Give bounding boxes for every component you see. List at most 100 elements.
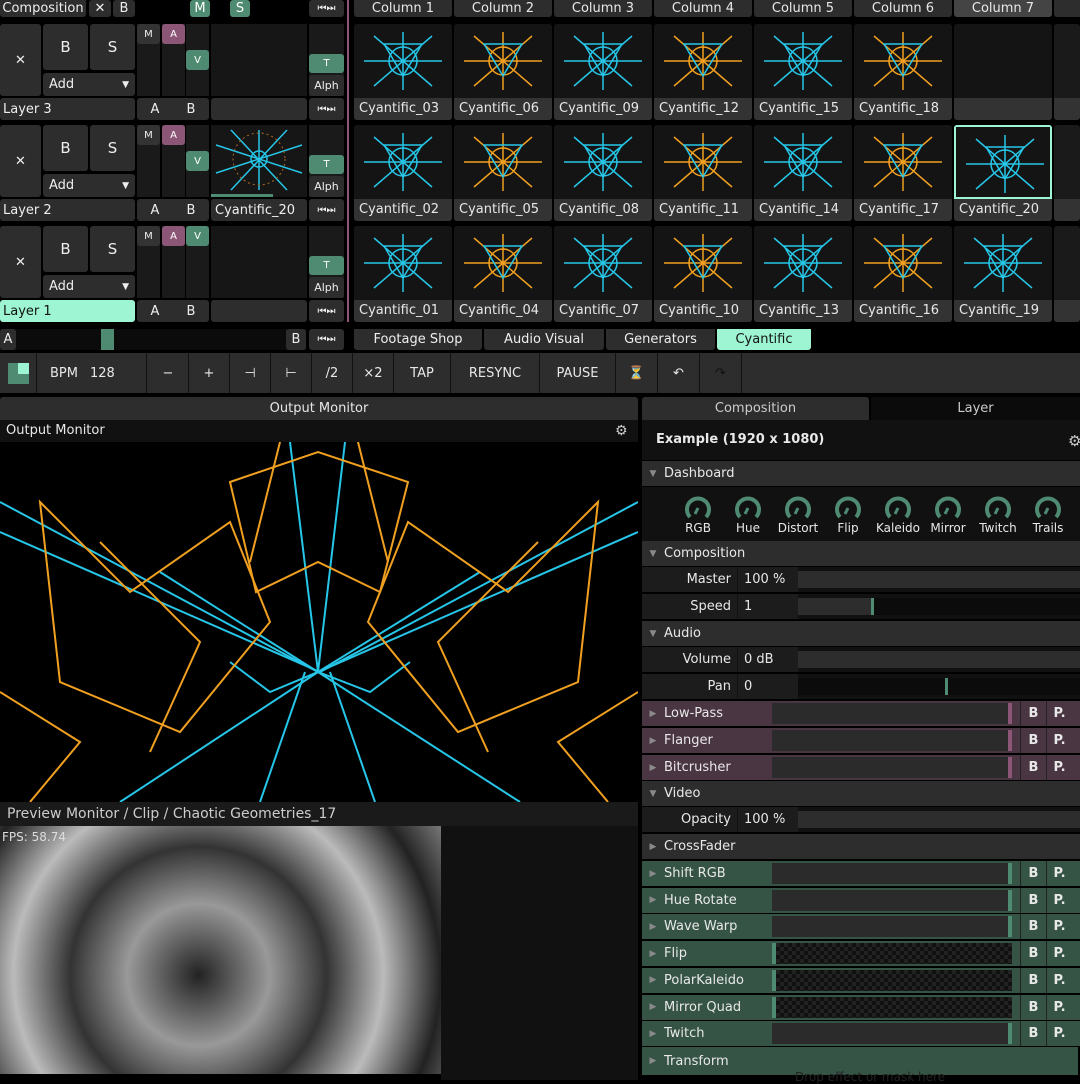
param-value[interactable]: 0 dB <box>738 647 798 672</box>
audio-effect[interactable]: ▶ Bitcrusher B P. <box>642 755 1080 780</box>
layer-clear-button[interactable]: ✕ <box>0 226 41 298</box>
nudge-forward-button[interactable]: ⊢ <box>271 353 312 393</box>
fx-slider[interactable] <box>772 996 1012 1018</box>
crossfader-a[interactable]: A <box>0 329 16 350</box>
video-effect[interactable]: ▶ Shift RGB B P. <box>642 861 1080 886</box>
column-header[interactable]: Column 2 <box>454 0 552 17</box>
fx-preset-button[interactable]: P. <box>1046 887 1072 913</box>
tab-layer[interactable]: Layer <box>871 397 1080 420</box>
clip-slot[interactable]: Cyantific_17 <box>854 125 952 221</box>
layer-prev-next-button[interactable]: ⏮⏭ <box>309 199 344 221</box>
composition-mute-button[interactable]: M <box>190 0 210 17</box>
fx-preset-button[interactable]: P. <box>1046 967 1072 993</box>
clip-slot[interactable]: Cyantific_10 <box>654 226 752 322</box>
fx-bypass-button[interactable]: B <box>1020 701 1046 726</box>
dashboard-knob[interactable]: Kaleido <box>873 493 923 535</box>
tab-composition[interactable]: Composition <box>642 397 869 420</box>
layer-audio-button[interactable]: A <box>162 24 185 44</box>
ab-b[interactable]: B <box>187 102 196 117</box>
layer-audio-button[interactable]: A <box>162 226 185 246</box>
dashboard-knob[interactable]: Distort <box>773 493 823 535</box>
layer-bypass-button[interactable]: B <box>43 226 88 272</box>
clip-slot[interactable]: Cyantific_18 <box>854 24 952 120</box>
ab-a[interactable]: A <box>151 102 160 117</box>
layer-mute-button[interactable]: M <box>137 226 160 246</box>
clip-slot[interactable]: Cyantific_19 <box>954 226 1052 322</box>
fx-bypass-button[interactable]: B <box>1020 994 1046 1020</box>
ab-a[interactable]: A <box>151 203 160 218</box>
crossfader[interactable]: A B <box>0 329 306 350</box>
output-monitor-tab[interactable]: Output Monitor <box>0 397 638 420</box>
param-slider[interactable] <box>798 678 1080 695</box>
column-header[interactable]: C <box>1054 0 1080 17</box>
fx-bypass-button[interactable]: B <box>1020 914 1046 940</box>
video-effect[interactable]: ▶ Hue Rotate B P. <box>642 887 1080 913</box>
layer-ab-selector[interactable]: AB <box>137 98 209 120</box>
clip-slot[interactable]: Cyantific_15 <box>754 24 852 120</box>
layer-transition-button[interactable]: T <box>309 54 344 73</box>
fx-bypass-button[interactable]: B <box>1020 887 1046 913</box>
layer-video-button[interactable]: V <box>186 151 209 171</box>
column-header[interactable]: Column 6 <box>854 0 952 17</box>
layer-mute-button[interactable]: M <box>137 24 160 44</box>
dashboard-knob[interactable]: Trails <box>1023 493 1073 535</box>
tap-button[interactable]: TAP <box>394 353 451 393</box>
fx-slider[interactable] <box>772 863 1012 884</box>
column-header[interactable]: Column 5 <box>754 0 852 17</box>
fx-slider[interactable] <box>772 889 1012 911</box>
gear-icon[interactable]: ⚙ <box>1068 432 1080 450</box>
fx-preset-button[interactable]: P. <box>1046 861 1072 886</box>
layer-transition-button[interactable]: T <box>309 155 344 174</box>
crossfader-handle[interactable] <box>100 329 114 350</box>
layer-add-dropdown[interactable]: Add ▼ <box>43 275 135 298</box>
layer-alpha-button[interactable]: Alph <box>309 277 344 298</box>
dashboard-knob[interactable]: Mirror <box>923 493 973 535</box>
fx-slider[interactable] <box>772 730 1012 751</box>
fx-preset-button[interactable]: P. <box>1046 941 1072 967</box>
param-slider[interactable] <box>798 571 1080 588</box>
video-effect[interactable]: ▶ Wave Warp B P. <box>642 914 1080 940</box>
param-slider[interactable] <box>798 811 1080 828</box>
fx-bypass-button[interactable]: B <box>1020 861 1046 886</box>
fx-preset-button[interactable]: P. <box>1046 994 1072 1020</box>
clip-slot[interactable]: Cyantific_07 <box>554 226 652 322</box>
fx-bypass-button[interactable]: B <box>1020 1021 1046 1047</box>
layer-add-dropdown[interactable]: Add ▼ <box>43 174 135 197</box>
layer-name[interactable]: Layer 1 <box>0 300 135 322</box>
video-effect[interactable]: ▶ PolarKaleido B P. <box>642 967 1080 993</box>
fx-slider[interactable] <box>772 943 1012 965</box>
deck-tab[interactable]: Audio Visual <box>484 329 604 350</box>
section-audio[interactable]: ▼ Audio <box>642 621 1080 646</box>
clip-slot[interactable]: Cyantific_20 <box>954 125 1052 221</box>
clip-slot[interactable] <box>1054 226 1080 322</box>
dashboard-knob[interactable]: RGB <box>673 493 723 535</box>
fx-preset-button[interactable]: P. <box>1046 755 1072 780</box>
fx-bypass-button[interactable]: B <box>1020 941 1046 967</box>
section-crossfader[interactable]: ▶ CrossFader <box>642 834 1080 859</box>
column-header[interactable]: Column 4 <box>654 0 752 17</box>
gear-icon[interactable]: ⚙ <box>615 423 628 439</box>
audio-effect[interactable]: ▶ Flanger B P. <box>642 728 1080 753</box>
clip-slot[interactable]: Cyantific_09 <box>554 24 652 120</box>
fx-slider[interactable] <box>772 757 1012 778</box>
clip-slot[interactable]: Cyantific_01 <box>354 226 452 322</box>
section-video[interactable]: ▼ Video <box>642 781 1080 806</box>
layer-video-button[interactable]: V <box>186 50 209 70</box>
layer-ab-selector[interactable]: AB <box>137 199 209 221</box>
layout-icon[interactable] <box>0 353 37 393</box>
transport-minus-button[interactable]: − <box>148 353 189 393</box>
column-header[interactable]: Column 1 <box>354 0 452 17</box>
layer-solo-button[interactable]: S <box>90 125 135 171</box>
fx-slider[interactable] <box>772 1023 1012 1045</box>
layer-solo-button[interactable]: S <box>90 226 135 272</box>
param-value[interactable]: 0 <box>738 674 798 699</box>
clip-slot[interactable]: Cyantific_12 <box>654 24 752 120</box>
layer-solo-button[interactable]: S <box>90 24 135 70</box>
param-slider[interactable] <box>798 651 1080 668</box>
param-value[interactable]: 100 % <box>738 807 798 832</box>
composition-prev-next-button[interactable]: ⏮⏭ <box>309 0 344 17</box>
layer-ab-selector[interactable]: AB <box>137 300 209 322</box>
layer-clear-button[interactable]: ✕ <box>0 125 41 197</box>
fx-bypass-button[interactable]: B <box>1020 755 1046 780</box>
clip-slot[interactable]: Cyantific_16 <box>854 226 952 322</box>
